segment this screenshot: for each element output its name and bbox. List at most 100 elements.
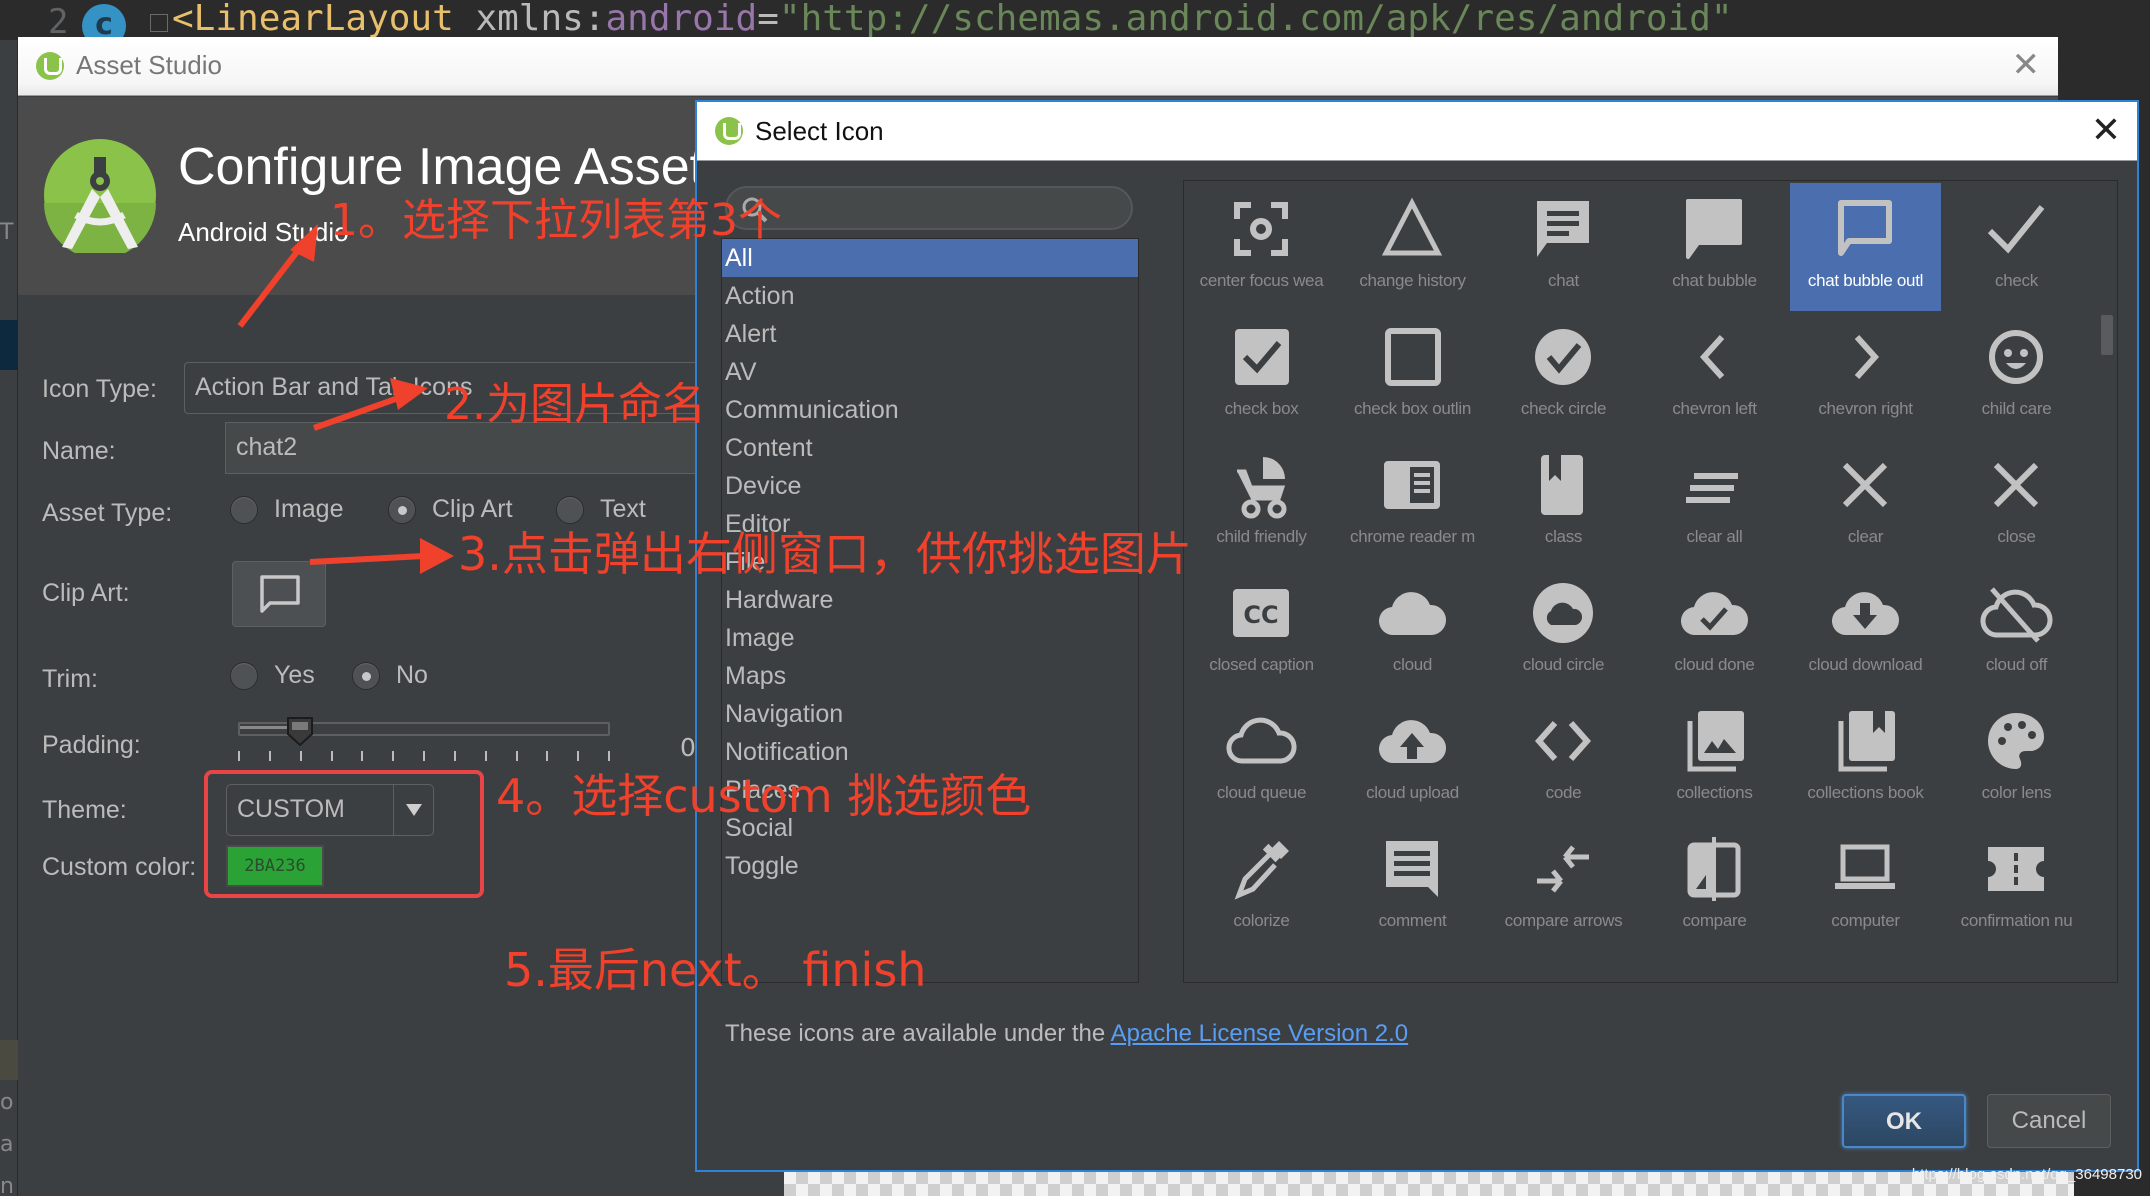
icon-cell-center-focus-wea[interactable]: center focus wea — [1186, 183, 1337, 311]
icon-cell-partial-37[interactable] — [1337, 951, 1488, 982]
icon-cell-class[interactable]: class — [1488, 439, 1639, 567]
icon-label: compare — [1682, 911, 1747, 930]
icon-cell-check-box-outlin[interactable]: check box outlin — [1337, 311, 1488, 439]
category-item-toggle[interactable]: Toggle — [722, 847, 1138, 885]
icon-cell-check-box[interactable]: check box — [1186, 311, 1337, 439]
cloud-off-icon — [1980, 587, 2053, 643]
icon-cell-comment[interactable]: comment — [1337, 823, 1488, 951]
icon-cell-chat[interactable]: chat — [1488, 183, 1639, 311]
icon-label: check box outlin — [1353, 399, 1472, 418]
icon-cell-child-friendly[interactable]: child friendly — [1186, 439, 1337, 567]
annotation-step2: 2.为图片命名 — [444, 379, 706, 430]
icon-cell-child-care[interactable]: child care — [1941, 311, 2092, 439]
child-friendly-icon — [1237, 457, 1287, 519]
icon-label: chrome reader m — [1350, 527, 1475, 546]
icon-label: computer — [1831, 911, 1900, 930]
category-item-image[interactable]: Image — [722, 619, 1138, 657]
icon-cell-clear[interactable]: clear — [1790, 439, 1941, 567]
icon-cell-chat-bubble-outl[interactable]: chat bubble outl — [1790, 183, 1941, 311]
category-item-hardware[interactable]: Hardware — [722, 581, 1138, 619]
icon-cell-check-circle[interactable]: check circle — [1488, 311, 1639, 439]
icon-cell-chrome-reader-m[interactable]: chrome reader m — [1337, 439, 1488, 567]
icon-cell-partial-36[interactable] — [1186, 951, 1337, 983]
category-item-maps[interactable]: Maps — [722, 657, 1138, 695]
annotation-step1: 1。选择下拉列表第3个 — [330, 195, 782, 246]
collections-icon — [1687, 711, 1744, 772]
icon-label: clear — [1847, 527, 1884, 546]
icon-cell-partial-39[interactable] — [1639, 951, 1790, 982]
icon-cell-cloud-done[interactable]: cloud done — [1639, 567, 1790, 695]
category-item-device[interactable]: Device — [722, 467, 1138, 505]
arrowhead-step3 — [420, 538, 454, 574]
icon-cell-collections[interactable]: collections — [1639, 695, 1790, 823]
apache-license-link[interactable]: Apache License Version 2.0 — [1111, 1020, 1409, 1047]
icon-cell-partial-41[interactable] — [1941, 951, 2092, 982]
chat-bubble-icon — [1686, 199, 1742, 259]
icon-cell-collections-book[interactable]: collections book — [1790, 695, 1941, 823]
icon-cell-color-lens[interactable]: color lens — [1941, 695, 2092, 823]
icon-label: chat bubble outl — [1807, 271, 1924, 290]
icon-label: cloud download — [1808, 655, 1923, 674]
icon-cell-chevron-left[interactable]: chevron left — [1639, 311, 1790, 439]
chat-icon — [1537, 201, 1589, 257]
ok-button[interactable]: OK — [1842, 1094, 1966, 1148]
icon-cell-cloud[interactable]: cloud — [1337, 567, 1488, 695]
category-item-communication[interactable]: Communication — [722, 391, 1138, 429]
icon-cell-cloud-download[interactable]: cloud download — [1790, 567, 1941, 695]
watermark: https://blog.csdn.net/qq_36498730 — [1911, 1166, 2142, 1183]
icon-cell-colorize[interactable]: colorize — [1186, 823, 1337, 951]
icon-cell-cloud-circle[interactable]: cloud circle — [1488, 567, 1639, 695]
icon-cell-cloud-queue[interactable]: cloud queue — [1186, 695, 1337, 823]
icon-cell-code[interactable]: code — [1488, 695, 1639, 823]
colorize-icon — [1234, 841, 1289, 900]
icon-cell-chevron-right[interactable]: chevron right — [1790, 311, 1941, 439]
icon-cell-closed-caption[interactable]: CC closed caption — [1186, 567, 1337, 695]
closed-caption-icon: CC — [1233, 589, 1289, 637]
category-item-content[interactable]: Content — [722, 429, 1138, 467]
android-studio-logo-icon — [715, 117, 743, 145]
category-item-alert[interactable]: Alert — [722, 315, 1138, 353]
icon-label: color lens — [1981, 783, 2052, 802]
contacts-icon — [1525, 959, 1601, 983]
icon-label: class — [1544, 527, 1583, 546]
icon-cell-close[interactable]: close — [1941, 439, 2092, 567]
select-icon-titlebar[interactable]: Select Icon ✕ — [697, 102, 2137, 161]
category-item-all[interactable]: All — [722, 239, 1138, 277]
icon-label: collections book — [1807, 783, 1924, 802]
cloud-upload-icon — [1378, 720, 1447, 764]
child-care-icon — [1989, 330, 2043, 384]
check-box-outline-icon — [1385, 328, 1441, 386]
icon-label: cloud queue — [1216, 783, 1307, 802]
icon-cell-computer[interactable]: computer — [1790, 823, 1941, 951]
cancel-button[interactable]: Cancel — [1987, 1094, 2111, 1148]
close-icon[interactable]: ✕ — [2091, 110, 2121, 151]
contact-mail-icon — [1223, 959, 1299, 983]
category-item-navigation[interactable]: Navigation — [722, 695, 1138, 733]
icon-cell-cloud-off[interactable]: cloud off — [1941, 567, 2092, 695]
icon-cell-compare-arrows[interactable]: compare arrows — [1488, 823, 1639, 951]
center-focus-weak-icon — [1234, 202, 1288, 256]
icon-cell-check[interactable]: check — [1941, 183, 2092, 311]
icon-label: cloud done — [1674, 655, 1755, 674]
icon-cell-confirmation-nu[interactable]: confirmation nu — [1941, 823, 2092, 951]
category-item-action[interactable]: Action — [722, 277, 1138, 315]
icon-cell-chat-bubble[interactable]: chat bubble — [1639, 183, 1790, 311]
category-list[interactable]: All Action Alert AV Communication Content Devi… — [721, 238, 1139, 983]
check-circle-icon — [1535, 329, 1591, 385]
transparent-preview-background — [784, 1172, 2074, 1196]
icon-cell-partial-38[interactable] — [1488, 951, 1639, 983]
icon-cell-compare[interactable]: compare — [1639, 823, 1790, 951]
icon-label: check circle — [1520, 399, 1607, 418]
icon-label: compare arrows — [1504, 911, 1623, 930]
icon-cell-partial-40[interactable] — [1790, 951, 1941, 982]
icon-label: chevron right — [1818, 399, 1913, 418]
icon-cell-clear-all[interactable]: clear all — [1639, 439, 1790, 567]
check-icon — [1987, 205, 2045, 254]
icon-grid-panel: center focus wea change history chat chat b… — [1183, 180, 2118, 983]
icon-grid-scrollbar[interactable] — [2101, 315, 2113, 355]
icon-cell-change-history[interactable]: change history — [1337, 183, 1488, 311]
icon-cell-cloud-upload[interactable]: cloud upload — [1337, 695, 1488, 823]
icon-search-input[interactable] — [725, 186, 1133, 230]
arrowhead-step2 — [390, 378, 428, 410]
category-item-av[interactable]: AV — [722, 353, 1138, 391]
